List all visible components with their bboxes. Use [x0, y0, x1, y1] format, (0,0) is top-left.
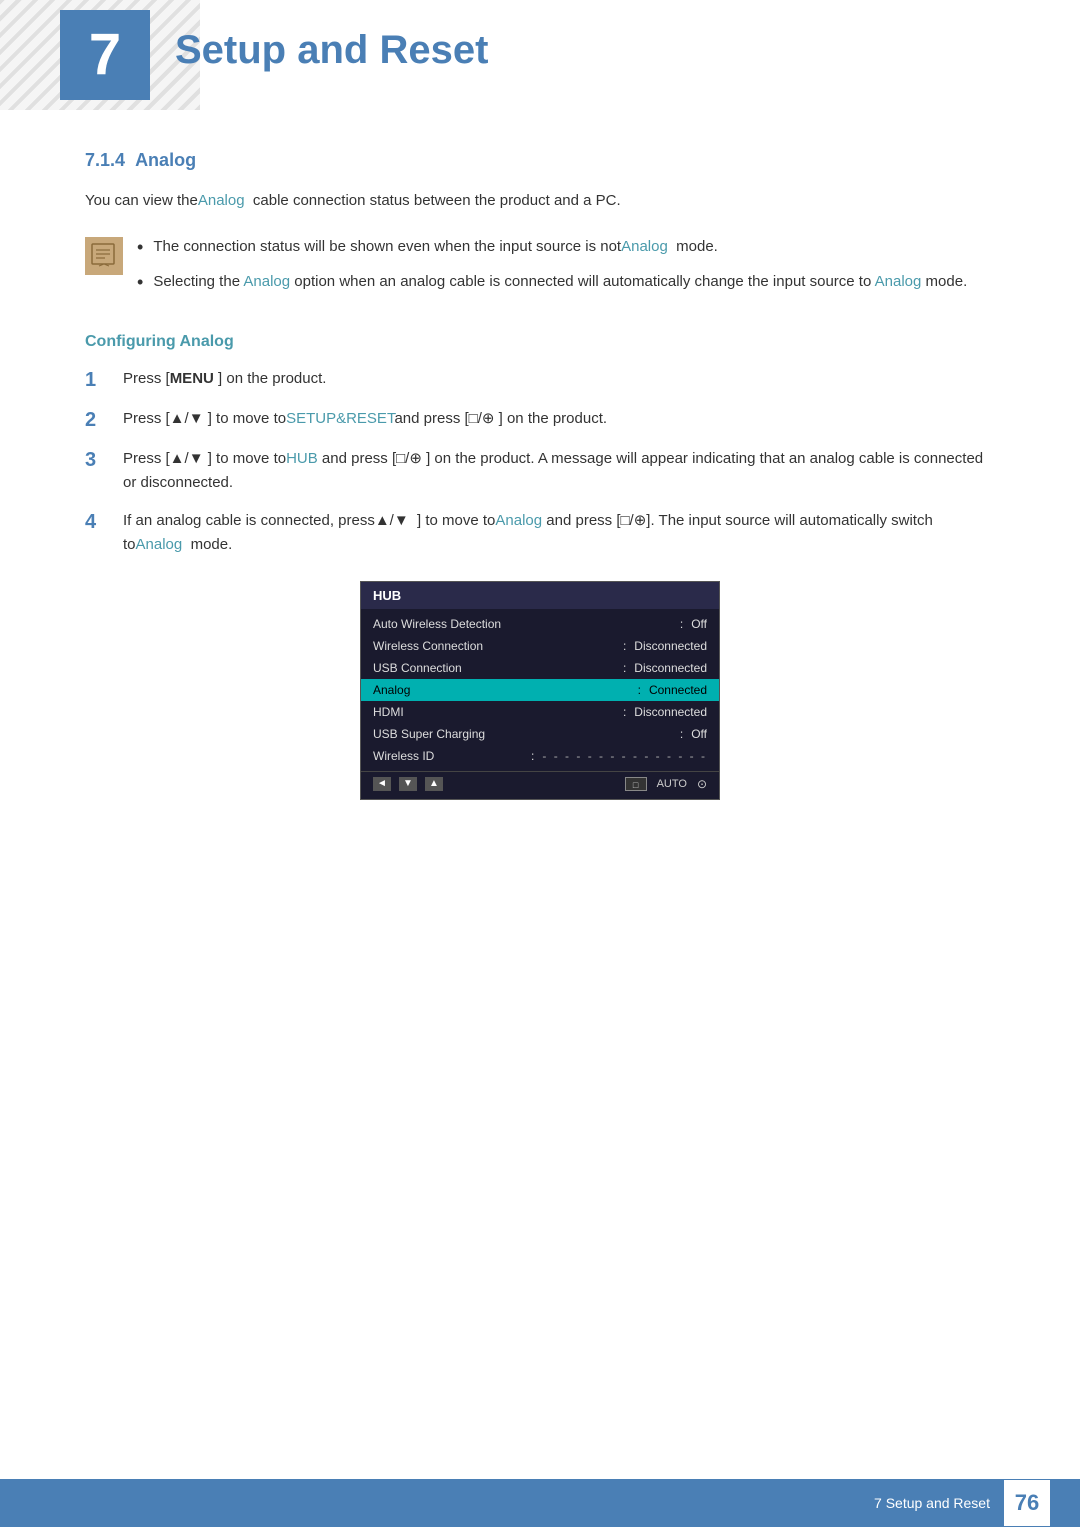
intro-highlight: Analog [198, 192, 245, 209]
hub-menu-title: HUB [361, 582, 719, 609]
main-content: 7.1.4 Analog You can view theAnalog cabl… [0, 110, 1080, 900]
hub-item-value-5: Disconnected [634, 705, 707, 719]
bullet-dot-2: • [137, 268, 143, 297]
hub-toolbar: ◄ ▼ ▲ □ AUTO ⊙ [361, 771, 719, 793]
hub-item-label-5: HDMI [373, 705, 615, 719]
step-2: 2 Press [▲/▼ ] to move toSETUP&RESETand … [85, 407, 995, 433]
chapter-title: Setup and Reset [175, 28, 488, 73]
note-bullet-1: • The connection status will be shown ev… [137, 235, 995, 262]
hub-item-wireless-conn: Wireless Connection : Disconnected [361, 635, 719, 657]
hub-item-value-6: Off [691, 727, 707, 741]
hub-item-label-4: Analog [373, 683, 630, 697]
note-bullet-2: • Selecting the Analog option when an an… [137, 270, 995, 297]
hub-item-value-4: Connected [649, 683, 707, 697]
toolbar-auto-label: AUTO [657, 778, 687, 790]
hub-item-label-3: USB Connection [373, 661, 615, 675]
toolbar-left: ◄ ▼ ▲ [373, 777, 443, 791]
hub-item-analog: Analog : Connected [361, 679, 719, 701]
section-title: Analog [135, 150, 196, 170]
hub-item-value-1: Off [691, 617, 707, 631]
intro-paragraph: You can view theAnalog cable connection … [85, 189, 995, 213]
hub-item-hdmi: HDMI : Disconnected [361, 701, 719, 723]
step-3: 3 Press [▲/▼ ] to move toHUB and press [… [85, 447, 995, 495]
step-number-2: 2 [85, 407, 115, 433]
hub-item-usb-charging: USB Super Charging : Off [361, 723, 719, 745]
page-footer: 7 Setup and Reset 76 [0, 1479, 1080, 1527]
section-number: 7.1.4 [85, 150, 125, 170]
subsection-heading: Configuring Analog [85, 333, 995, 351]
hub-item-usb-conn: USB Connection : Disconnected [361, 657, 719, 679]
toolbar-right: □ AUTO ⊙ [625, 777, 707, 791]
note-bullets: • The connection status will be shown ev… [137, 235, 995, 305]
chapter-number-box: 7 [60, 10, 150, 100]
hub-item-label-2: Wireless Connection [373, 639, 615, 653]
step-number-3: 3 [85, 447, 115, 473]
hub-item-label-6: USB Super Charging [373, 727, 672, 741]
footer-page-number: 76 [1004, 1480, 1050, 1526]
hub-item-wireless-id: Wireless ID : - - - - - - - - - - - - - … [361, 745, 719, 767]
hub-item-value-2: Disconnected [634, 639, 707, 653]
note-text-1: The connection status will be shown even… [153, 235, 718, 259]
hub-menu-container: HUB Auto Wireless Detection : Off Wirele… [85, 581, 995, 800]
step-1: 1 Press [MENU ] on the product. [85, 367, 995, 393]
hub-item-label-1: Auto Wireless Detection [373, 617, 672, 631]
note-text-2: Selecting the Analog option when an anal… [153, 270, 967, 294]
toolbar-icon-up: ▲ [425, 777, 443, 791]
toolbar-icon-back: ◄ [373, 777, 391, 791]
toolbar-icon-display: □ [625, 777, 647, 791]
intro-before: You can view the [85, 192, 198, 209]
page-header: 7 Setup and Reset [0, 0, 1080, 110]
step-text-1: Press [MENU ] on the product. [123, 367, 995, 391]
section-heading: 7.1.4 Analog [85, 150, 995, 171]
toolbar-settings-icon: ⊙ [697, 777, 707, 791]
hub-item-auto-wireless: Auto Wireless Detection : Off [361, 613, 719, 635]
hub-item-value-7: - - - - - - - - - - - - - - - [542, 749, 707, 763]
note-section: • The connection status will be shown ev… [85, 235, 995, 305]
step-4: 4 If an analog cable is connected, press… [85, 509, 995, 557]
bullet-dot-1: • [137, 233, 143, 262]
step-text-3: Press [▲/▼ ] to move toHUB and press [□/… [123, 447, 995, 495]
step-text-2: Press [▲/▼ ] to move toSETUP&RESETand pr… [123, 407, 995, 431]
chapter-number: 7 [89, 26, 121, 84]
hub-item-value-3: Disconnected [634, 661, 707, 675]
step-number-1: 1 [85, 367, 115, 393]
intro-after: cable connection status between the prod… [245, 192, 621, 209]
step-number-4: 4 [85, 509, 115, 535]
footer-section-label: 7 Setup and Reset [874, 1495, 990, 1511]
hub-item-label-7: Wireless ID [373, 749, 523, 763]
toolbar-icon-down: ▼ [399, 777, 417, 791]
hub-menu: HUB Auto Wireless Detection : Off Wirele… [360, 581, 720, 800]
steps-list: 1 Press [MENU ] on the product. 2 Press … [85, 367, 995, 557]
step-text-4: If an analog cable is connected, press▲/… [123, 509, 995, 557]
note-icon [85, 237, 123, 275]
